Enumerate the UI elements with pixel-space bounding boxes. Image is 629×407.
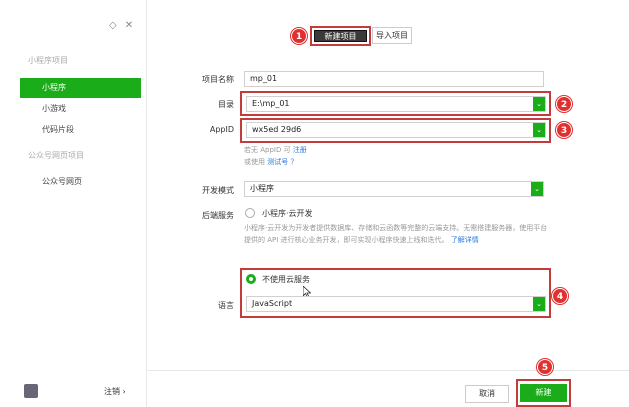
cloud-option-label: 小程序·云开发: [262, 208, 313, 219]
language-value: JavaScript: [252, 299, 292, 308]
backend-label: 后端服务: [164, 210, 234, 221]
no-cloud-radio[interactable]: [246, 274, 256, 284]
sidebar-item-web[interactable]: 公众号网页: [20, 172, 141, 192]
sidebar-footer: 注销 ›: [0, 377, 147, 407]
dev-mode-value: 小程序: [250, 184, 274, 193]
language-select[interactable]: JavaScript ⌄: [246, 296, 546, 312]
cloud-desc-text: 小程序·云开发为开发者提供数据库、存储和云函数等完整的云端支持。无需搭建服务器，…: [244, 224, 547, 244]
tab-import-project[interactable]: 导入项目: [372, 27, 412, 44]
mode-label: 开发模式: [164, 185, 234, 196]
step-badge-3: 3: [556, 122, 572, 138]
create-button[interactable]: 新建: [520, 384, 567, 402]
chevron-down-icon[interactable]: ⌄: [533, 97, 545, 111]
step-badge-1: 1: [291, 28, 307, 44]
no-cloud-option-label: 不使用云服务: [262, 274, 310, 285]
sidebar: ◇✕ 小程序项目 小程序 小游戏 代码片段 公众号网页项目 公众号网页 注销 ›: [0, 0, 147, 407]
step-badge-4: 4: [552, 288, 568, 304]
window-controls: ◇✕: [109, 20, 141, 31]
directory-input[interactable]: E:\mp_01 ⌄: [246, 96, 546, 112]
cloud-radio[interactable]: [245, 208, 255, 218]
chevron-down-icon[interactable]: ⌄: [533, 123, 545, 137]
section-title-miniprogram: 小程序项目: [28, 55, 68, 66]
hint-text: 或使用: [244, 158, 267, 166]
register-link[interactable]: 注册: [293, 146, 307, 154]
appid-label: AppID: [164, 125, 234, 134]
section-title-web: 公众号网页项目: [28, 150, 84, 161]
hint-text: 若无 AppID 可: [244, 146, 293, 154]
dir-label: 目录: [164, 99, 234, 110]
name-label: 项目名称: [164, 74, 234, 85]
step-badge-5: 5: [537, 359, 553, 375]
chevron-down-icon[interactable]: ⌄: [531, 182, 543, 196]
appid-test-hint: 或使用 测试号 ？: [244, 157, 297, 167]
lang-label: 语言: [164, 300, 234, 311]
directory-value: E:\mp_01: [252, 99, 290, 108]
close-icon[interactable]: ✕: [125, 20, 133, 31]
sidebar-item-miniprogram[interactable]: 小程序: [20, 78, 141, 98]
appid-input[interactable]: wx5ed 29d6 ⌄: [246, 122, 546, 138]
dev-mode-select[interactable]: 小程序 ⌄: [244, 181, 544, 197]
project-name-input[interactable]: mp_01: [244, 71, 544, 87]
logout-button[interactable]: 注销 ›: [104, 386, 126, 397]
test-account-link[interactable]: 测试号 ？: [267, 158, 297, 166]
step-badge-2: 2: [556, 96, 572, 112]
cloud-description: 小程序·云开发为开发者提供数据库、存储和云函数等完整的云端支持。无需搭建服务器，…: [244, 222, 550, 246]
appid-value: wx5ed 29d6: [252, 125, 301, 134]
tab-new-project[interactable]: 新建项目: [314, 30, 367, 42]
chevron-down-icon[interactable]: ⌄: [533, 297, 545, 311]
tab-new-project-highlight: 新建项目: [310, 26, 371, 46]
sidebar-item-code-snippet[interactable]: 代码片段: [20, 120, 141, 140]
learn-more-link[interactable]: 了解详情: [451, 236, 479, 244]
appid-register-hint: 若无 AppID 可 注册: [244, 145, 307, 155]
avatar[interactable]: [24, 384, 38, 398]
diamond-icon[interactable]: ◇: [109, 20, 117, 31]
cancel-button[interactable]: 取消: [465, 385, 509, 403]
sidebar-item-minigame[interactable]: 小游戏: [20, 99, 141, 119]
